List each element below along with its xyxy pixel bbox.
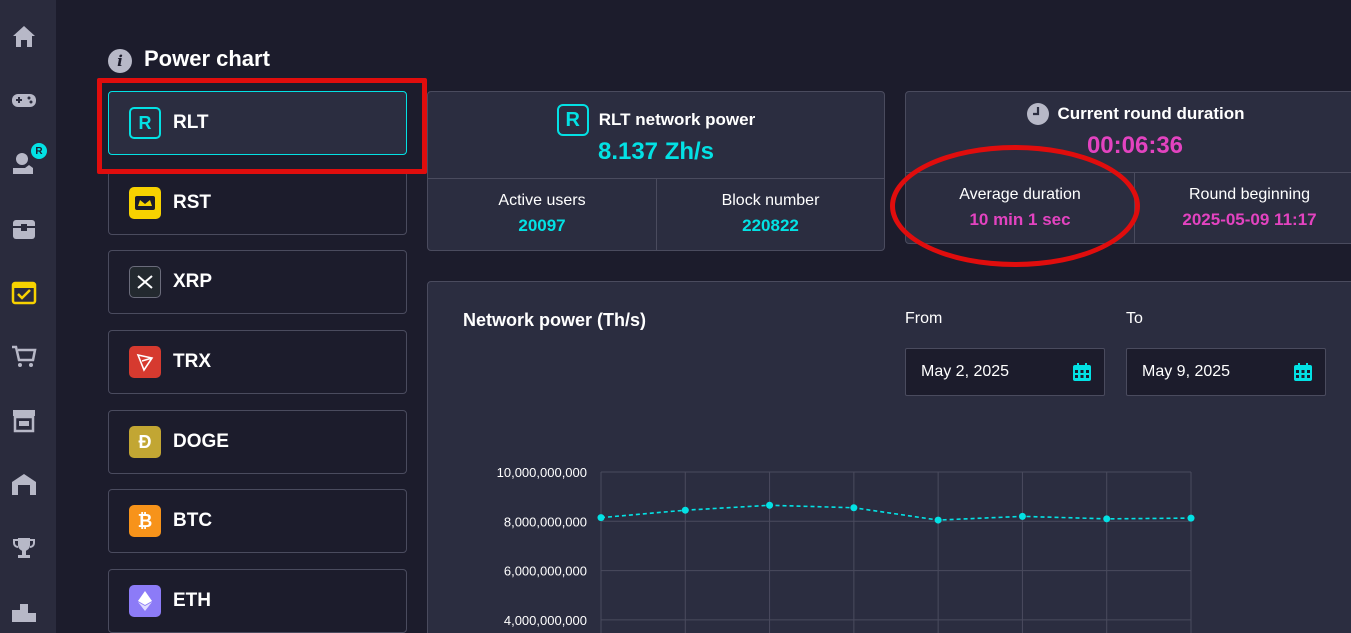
to-date-value: May 9, 2025 [1142,363,1231,380]
btc-icon: ₿ [129,505,161,537]
from-date-value: May 2, 2025 [921,363,1010,380]
round-title: Current round duration [1057,104,1245,123]
currency-item-rst[interactable]: RST [108,171,407,235]
round-beginning-label: Round beginning [1189,185,1310,203]
currency-item-trx[interactable]: TRX [108,330,407,394]
currency-item-rlt[interactable]: R RLT [108,91,407,155]
info-icon[interactable]: i [108,49,132,73]
round-summary: Current round duration 00:06:36 [906,92,1351,172]
currency-label: BTC [173,510,213,531]
block-number-stat: Block number 220822 [657,178,884,250]
round-timer: 00:06:36 [1086,132,1184,159]
average-duration-stat: Average duration 10 min 1 sec [906,172,1134,243]
currency-item-doge[interactable]: Ð DOGE [108,410,407,474]
gamepad-icon [12,94,36,107]
app-root: R i Power chart R RLT RST XRP TRX Ð DOGE… [0,0,1351,633]
network-summary: R RLT network power 8.137 Zh/s [428,92,884,178]
xrp-icon [129,266,161,298]
lootbox-icon [13,220,35,239]
rst-icon [129,187,161,219]
currency-label: DOGE [173,431,229,452]
currency-label: ETH [173,590,211,611]
nav-store[interactable] [9,405,39,435]
calendar-icon[interactable] [1072,362,1092,382]
chart-title: Network power (Th/s) [463,310,647,330]
from-label: From [905,310,943,327]
nav-leaderboard[interactable] [9,595,39,625]
nav-games[interactable] [9,85,39,115]
to-date-input[interactable]: May 9, 2025 [1126,348,1326,396]
nav-tasks[interactable] [9,277,39,307]
round-beginning-stat: Round beginning 2025-05-09 11:17 [1135,172,1351,243]
store-icon [13,410,35,433]
currency-label: TRX [173,351,211,372]
currency-label: RST [173,192,211,213]
from-date-input[interactable]: May 2, 2025 [905,348,1105,396]
nav-tournaments[interactable] [9,533,39,563]
currency-label: XRP [173,271,213,292]
podium-icon [12,604,36,622]
nav-marketplace[interactable] [9,341,39,371]
currency-item-btc[interactable]: ₿ BTC [108,489,407,553]
rlt-icon: R [129,107,161,139]
trx-icon [129,346,161,378]
eth-icon [129,585,161,617]
average-duration-value: 10 min 1 sec [969,209,1071,229]
nav-lootbox[interactable] [9,213,39,243]
calendar-icon[interactable] [1293,362,1313,382]
calendar-check-icon [11,281,37,305]
network-panel: R RLT network power 8.137 Zh/s Active us… [427,91,885,251]
doge-icon: Ð [129,426,161,458]
cart-icon [12,345,37,367]
sidebar: R [0,0,56,633]
nav-home[interactable] [9,21,39,51]
currency-item-eth[interactable]: ETH [108,569,407,633]
currency-label: RLT [173,112,209,133]
active-users-value: 20097 [518,216,566,235]
rlt-icon: R [556,104,589,136]
home-icon [13,26,35,47]
nav-earn[interactable]: R [9,143,47,179]
round-beginning-value: 2025-05-09 11:17 [1182,209,1317,229]
rlt-badge-icon: R [31,143,47,159]
network-power-value: 8.137 Zh/s [597,138,715,165]
active-users-label: Active users [498,192,586,209]
block-number-label: Block number [721,192,820,209]
chart-panel: Network power (Th/s) From To May 2, 2025… [427,281,1351,633]
trophy-icon [13,538,35,558]
block-number-value: 220822 [742,216,799,235]
currency-item-xrp[interactable]: XRP [108,250,407,314]
page-title: Power chart [144,46,270,71]
warehouse-icon [12,474,36,495]
to-label: To [1126,310,1143,327]
round-panel: Current round duration 00:06:36 Average … [905,91,1351,244]
network-title: RLT network power [598,110,756,129]
average-duration-label: Average duration [959,185,1081,203]
clock-icon [1026,103,1049,125]
nav-hangar[interactable] [9,469,39,499]
active-users-stat: Active users 20097 [428,178,656,250]
